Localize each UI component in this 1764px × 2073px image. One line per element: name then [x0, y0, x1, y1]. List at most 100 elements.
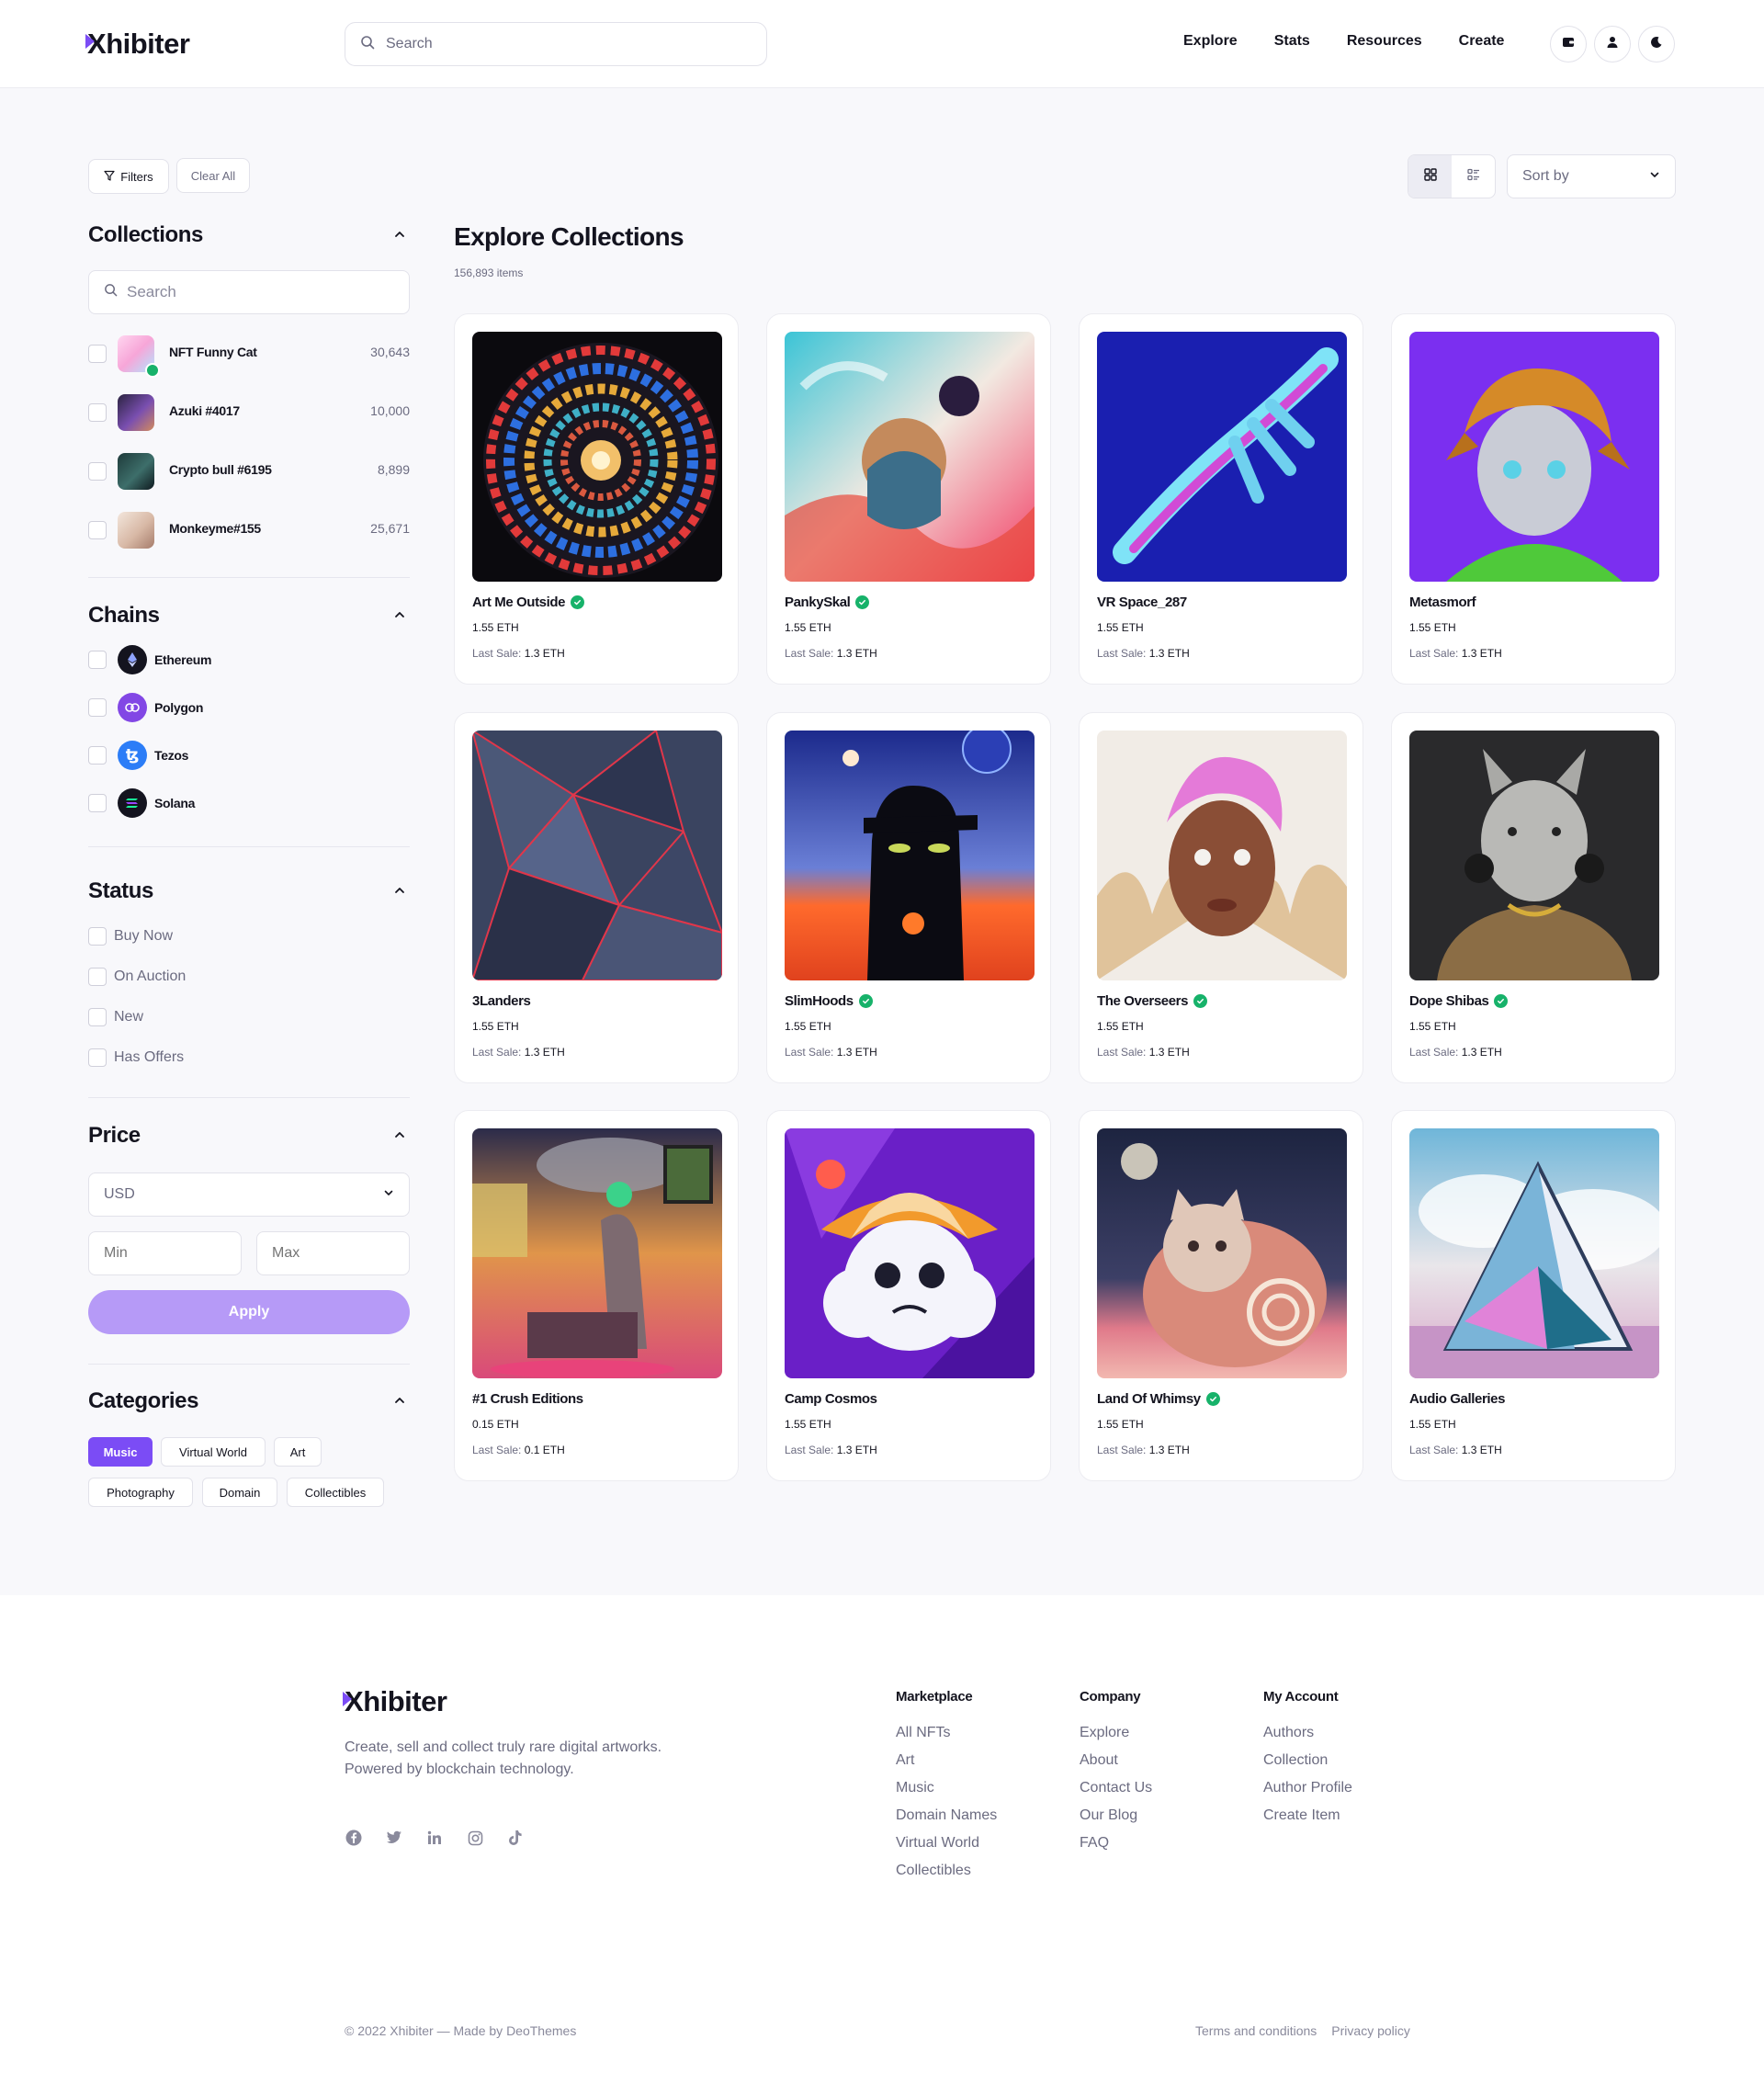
collection-card[interactable]: 3Landers 1.55 ETH Last Sale: 1.3 ETH [454, 712, 739, 1083]
tiktok-icon[interactable] [506, 1829, 525, 1847]
collection-card[interactable]: Land Of Whimsy 1.55 ETH Last Sale: 1.3 E… [1079, 1110, 1363, 1481]
collection-image[interactable] [1409, 332, 1659, 582]
nav-resources[interactable]: Resources [1347, 33, 1422, 50]
collection-card[interactable]: Art Me Outside 1.55 ETH Last Sale: 1.3 E… [454, 313, 739, 685]
collection-filter-item[interactable]: Monkeyme#155 25,671 [88, 510, 410, 550]
category-tag-art[interactable]: Art [274, 1437, 322, 1467]
status-filter-item[interactable]: New [88, 1006, 364, 1028]
checkbox[interactable] [88, 651, 107, 669]
footer-link[interactable]: Collectibles [896, 1863, 997, 1890]
status-filter-item[interactable]: On Auction [88, 966, 364, 988]
collection-card[interactable]: Audio Galleries 1.55 ETH Last Sale: 1.3 … [1391, 1110, 1676, 1481]
footer-link[interactable]: Explore [1080, 1725, 1152, 1752]
collection-image[interactable] [785, 332, 1035, 582]
checkbox[interactable] [88, 1048, 107, 1067]
collection-card[interactable]: Dope Shibas 1.55 ETH Last Sale: 1.3 ETH [1391, 712, 1676, 1083]
category-tag-music[interactable]: Music [88, 1437, 153, 1467]
checkbox[interactable] [88, 403, 107, 422]
chevron-up-icon[interactable] [393, 884, 406, 897]
collection-filter-item[interactable]: Crypto bull #6195 8,899 [88, 451, 410, 492]
collection-image[interactable] [1097, 731, 1347, 980]
collection-card[interactable]: VR Space_287 1.55 ETH Last Sale: 1.3 ETH [1079, 313, 1363, 685]
nav-explore[interactable]: Explore [1183, 33, 1238, 50]
chain-filter-polygon[interactable]: Polygon [88, 692, 410, 723]
linkedin-icon[interactable] [425, 1829, 444, 1847]
footer-link[interactable]: Virtual World [896, 1835, 997, 1863]
category-tag-photography[interactable]: Photography [88, 1478, 193, 1507]
chain-filter-solana[interactable]: Solana [88, 787, 410, 819]
collection-card[interactable]: The Overseers 1.55 ETH Last Sale: 1.3 ET… [1079, 712, 1363, 1083]
collection-image[interactable] [472, 332, 722, 582]
sort-select[interactable]: Sort by [1507, 154, 1676, 198]
footer-link[interactable]: About [1080, 1752, 1152, 1780]
chevron-up-icon[interactable] [393, 608, 406, 621]
footer-link[interactable]: All NFTs [896, 1725, 997, 1752]
chevron-up-icon[interactable] [393, 228, 406, 241]
collection-filter-item[interactable]: NFT Funny Cat 30,643 [88, 334, 410, 378]
footer-link[interactable]: Art [896, 1752, 997, 1780]
footer-link[interactable]: Our Blog [1080, 1807, 1152, 1835]
collections-search-field[interactable]: Search [88, 270, 410, 314]
category-tag-virtual-world[interactable]: Virtual World [161, 1437, 266, 1467]
grid-view-button[interactable] [1408, 155, 1452, 198]
footer-link[interactable]: Authors [1263, 1725, 1352, 1752]
list-view-button[interactable] [1452, 155, 1495, 198]
checkbox[interactable] [88, 1008, 107, 1026]
collection-image[interactable] [785, 1128, 1035, 1378]
collection-card[interactable]: SlimHoods 1.55 ETH Last Sale: 1.3 ETH [766, 712, 1051, 1083]
collection-image[interactable] [472, 1128, 722, 1378]
collection-image[interactable] [1097, 1128, 1347, 1378]
chevron-up-icon[interactable] [393, 1394, 406, 1407]
status-filter-item[interactable]: Buy Now [88, 925, 364, 947]
checkbox[interactable] [88, 462, 107, 481]
profile-button[interactable] [1594, 26, 1631, 62]
collection-image[interactable] [472, 731, 722, 980]
collection-image[interactable] [785, 731, 1035, 980]
footer-logo[interactable]: Xhibiter [342, 1683, 447, 1720]
nav-create[interactable]: Create [1459, 33, 1505, 50]
header-search-field[interactable]: Search [345, 22, 767, 66]
footer-link[interactable]: Author Profile [1263, 1780, 1352, 1807]
category-tag-collectibles[interactable]: Collectibles [287, 1478, 384, 1507]
collection-filter-item[interactable]: Azuki #4017 10,000 [88, 392, 410, 433]
footer-link[interactable]: Collection [1263, 1752, 1352, 1780]
collection-image[interactable] [1097, 332, 1347, 582]
twitter-icon[interactable] [385, 1829, 403, 1847]
checkbox[interactable] [88, 521, 107, 539]
logo[interactable]: Xhibiter [85, 26, 190, 62]
category-tag-domain[interactable]: Domain [202, 1478, 277, 1507]
checkbox[interactable] [88, 927, 107, 946]
privacy-link[interactable]: Privacy policy [1331, 2023, 1410, 2038]
collection-image[interactable] [1409, 1128, 1659, 1378]
currency-select[interactable]: USD [88, 1172, 410, 1217]
terms-link[interactable]: Terms and conditions [1195, 2023, 1317, 2038]
instagram-icon[interactable] [466, 1829, 484, 1847]
price-max-input[interactable] [256, 1231, 410, 1275]
wallet-button[interactable] [1550, 26, 1587, 62]
checkbox[interactable] [88, 968, 107, 986]
apply-price-button[interactable]: Apply [88, 1290, 410, 1334]
clear-all-button[interactable]: Clear All [176, 158, 250, 193]
price-min-input[interactable] [88, 1231, 242, 1275]
checkbox[interactable] [88, 698, 107, 717]
footer-link[interactable]: Contact Us [1080, 1780, 1152, 1807]
collection-card[interactable]: Metasmorf 1.55 ETH Last Sale: 1.3 ETH [1391, 313, 1676, 685]
chain-filter-ethereum[interactable]: Ethereum [88, 644, 410, 675]
status-filter-item[interactable]: Has Offers [88, 1047, 364, 1069]
chevron-up-icon[interactable] [393, 1128, 406, 1141]
nav-stats[interactable]: Stats [1274, 33, 1310, 50]
collection-card[interactable]: Camp Cosmos 1.55 ETH Last Sale: 1.3 ETH [766, 1110, 1051, 1481]
chain-filter-tezos[interactable]: ꜩ Tezos [88, 740, 410, 771]
footer-link[interactable]: Music [896, 1780, 997, 1807]
footer-link[interactable]: Create Item [1263, 1807, 1352, 1835]
collection-image[interactable] [1409, 731, 1659, 980]
checkbox[interactable] [88, 794, 107, 812]
facebook-icon[interactable] [345, 1829, 363, 1847]
collection-card[interactable]: PankySkal 1.55 ETH Last Sale: 1.3 ETH [766, 313, 1051, 685]
footer-link[interactable]: Domain Names [896, 1807, 997, 1835]
filters-button[interactable]: Filters [88, 159, 169, 194]
footer-link[interactable]: FAQ [1080, 1835, 1152, 1863]
checkbox[interactable] [88, 345, 107, 363]
checkbox[interactable] [88, 746, 107, 765]
collection-card[interactable]: #1 Crush Editions 0.15 ETH Last Sale: 0.… [454, 1110, 739, 1481]
